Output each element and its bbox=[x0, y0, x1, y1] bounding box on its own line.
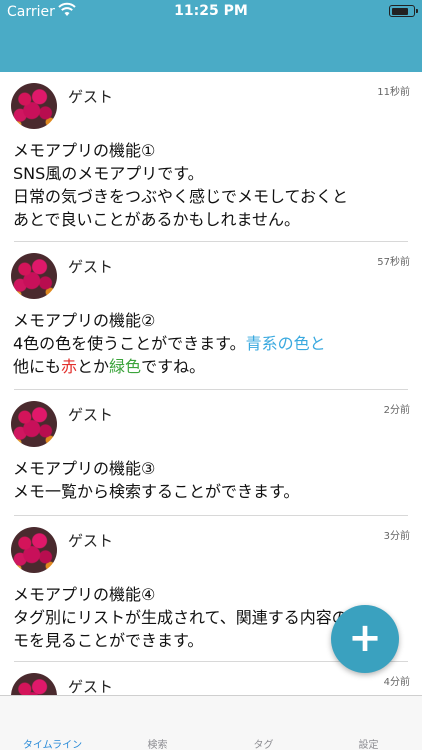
post-author: ゲスト bbox=[68, 678, 114, 695]
avatar[interactable] bbox=[11, 253, 57, 299]
post-body-line: タグ別にリストが生成されて、関連する内容のメ bbox=[13, 606, 364, 629]
post-body: メモアプリの機能③ メモ一覧から検索することができます。 bbox=[13, 457, 299, 503]
plus-icon: + bbox=[348, 615, 382, 661]
post-body-line: 4色の色を使うことができます。青系の色と bbox=[13, 332, 326, 355]
status-bar: Carrier 11:25 PM bbox=[0, 0, 422, 24]
post-timestamp: 57秒前 bbox=[377, 257, 410, 268]
post-body-line: あとで良いことがあるかもしれません。 bbox=[13, 208, 348, 231]
post-body-line: メモアプリの機能④ bbox=[13, 583, 364, 606]
post-text: 4色の色を使うことができます。 bbox=[13, 334, 246, 353]
post-text: とか bbox=[77, 357, 110, 376]
tab-settings-label: 設定 bbox=[358, 740, 379, 751]
post-body-line: 日常の気づきをつぶやく感じでメモしておくと bbox=[13, 185, 348, 208]
post-text: 日常の気づきをつぶやく感じでメモしておくと bbox=[13, 187, 349, 206]
avatar[interactable] bbox=[11, 83, 57, 129]
post-timestamp: 2分前 bbox=[383, 405, 410, 416]
post-timestamp: 11秒前 bbox=[377, 87, 410, 98]
post-text: タグ別にリストが生成されて、関連する内容のメ bbox=[13, 608, 364, 627]
post-timestamp: 4分前 bbox=[383, 677, 410, 688]
post-body: メモアプリの機能④ タグ別にリストが生成されて、関連する内容のメ モを見ることができ… bbox=[13, 583, 364, 652]
timeline-list[interactable]: ゲスト 11秒前メモアプリの機能① SNS風のメモアプリです。日常の気づきをつぶやく… bbox=[0, 72, 422, 695]
tab-search-label: 検索 bbox=[147, 740, 168, 751]
colored-text: 緑色 bbox=[109, 357, 142, 376]
tab-settings[interactable]: 設定 bbox=[316, 696, 421, 751]
post-body-line: メモアプリの機能① bbox=[13, 139, 348, 162]
memo-post[interactable]: ゲスト 2分前メモアプリの機能③ メモ一覧から検索することができます。 bbox=[0, 390, 422, 516]
tab-bar: タイムライン 検索 タグ 設定 bbox=[0, 695, 422, 751]
memo-post[interactable]: ゲスト 11秒前メモアプリの機能① SNS風のメモアプリです。日常の気づきをつぶやく… bbox=[0, 72, 422, 242]
post-text: メモアプリの機能④ bbox=[13, 585, 156, 604]
post-text: ですね。 bbox=[141, 357, 206, 376]
post-text: メモアプリの機能③ bbox=[13, 459, 156, 478]
colored-text: 赤 bbox=[61, 357, 78, 376]
avatar[interactable] bbox=[11, 673, 57, 695]
tab-timeline-label: タイムライン bbox=[22, 740, 83, 751]
tab-timeline[interactable]: タイムライン bbox=[0, 696, 105, 751]
memo-post[interactable]: ゲスト 57秒前 メモアプリの機能② 4色の色を使うことができます。青系の色と 他にも赤… bbox=[0, 242, 422, 390]
colored-text: 青系の色と bbox=[245, 334, 326, 353]
post-body-line: メモアプリの機能② bbox=[13, 309, 326, 332]
post-text: あとで良いことがあるかもしれません。 bbox=[13, 210, 301, 229]
post-body-line: メモ一覧から検索することができます。 bbox=[13, 480, 299, 503]
post-author: ゲスト bbox=[68, 88, 114, 106]
add-memo-button[interactable]: + bbox=[331, 605, 399, 673]
avatar[interactable] bbox=[11, 401, 57, 447]
post-text: 他にも bbox=[13, 357, 62, 376]
post-text: メモ一覧から検索することができます。 bbox=[13, 482, 300, 501]
post-body-line: 他にも赤とか緑色ですね。 bbox=[13, 355, 326, 378]
post-author: ゲスト bbox=[68, 258, 114, 276]
navigation-bar bbox=[0, 24, 422, 72]
post-author: ゲスト bbox=[68, 532, 114, 550]
post-body-line: モを見ることができます。 bbox=[13, 629, 364, 652]
status-time: 11:25 PM bbox=[174, 3, 248, 19]
post-text: メモアプリの機能② bbox=[13, 311, 156, 330]
tab-tags-label: タグ bbox=[253, 740, 274, 751]
post-author: ゲスト bbox=[68, 406, 114, 424]
post-body-line: メモアプリの機能③ bbox=[13, 457, 299, 480]
post-text: モを見ることができます。 bbox=[13, 631, 204, 650]
post-text: SNS風のメモアプリです。 bbox=[13, 164, 204, 183]
battery-icon bbox=[389, 5, 418, 17]
post-body: メモアプリの機能② 4色の色を使うことができます。青系の色と 他にも赤とか緑色ですね… bbox=[13, 309, 326, 378]
post-text: メモアプリの機能① bbox=[13, 141, 156, 160]
post-body-line: SNS風のメモアプリです。 bbox=[13, 162, 348, 185]
post-body: メモアプリの機能① SNS風のメモアプリです。日常の気づきをつぶやく感じでメモして… bbox=[13, 139, 348, 231]
tab-search[interactable]: 検索 bbox=[105, 696, 210, 751]
avatar[interactable] bbox=[11, 527, 57, 573]
post-timestamp: 3分前 bbox=[383, 531, 410, 542]
tab-tags[interactable]: タグ bbox=[211, 696, 316, 751]
